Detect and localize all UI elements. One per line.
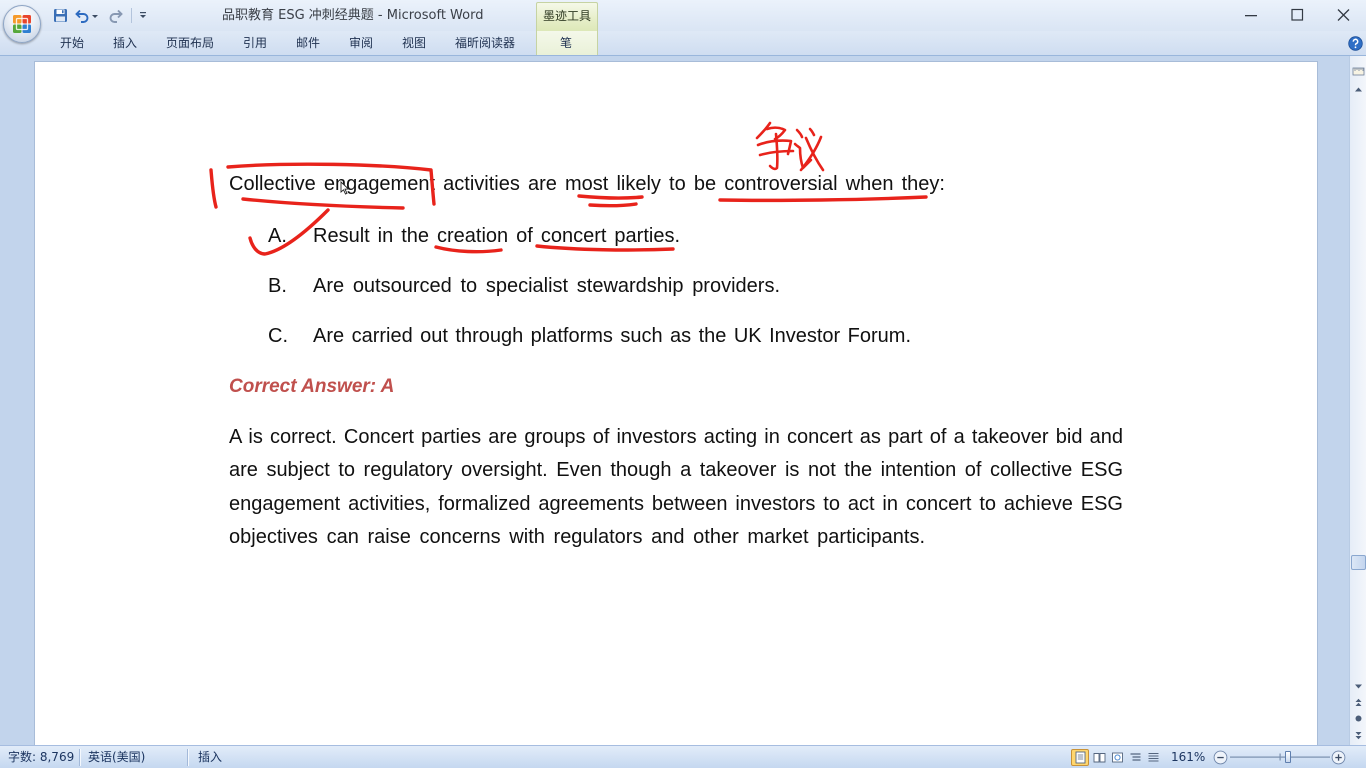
contextual-group-label: 墨迹工具: [542, 9, 591, 23]
option-c-letter: C.: [268, 325, 288, 347]
option-c-text: Are carried out through platforms such a…: [313, 325, 911, 347]
customize-toolbar-icon: [140, 12, 146, 18]
zoom-level[interactable]: 161%: [1171, 749, 1205, 765]
maximize-button[interactable]: [1280, 3, 1314, 27]
option-a-letter: A.: [268, 225, 287, 247]
tab-review[interactable]: 审阅: [349, 36, 373, 51]
explanation-line: objectives can raise concerns with regul…: [229, 526, 925, 548]
web-layout-icon: [1112, 752, 1123, 763]
zoom-slider[interactable]: [1230, 750, 1330, 764]
draft-button[interactable]: [1144, 749, 1162, 766]
scroll-thumb[interactable]: [1351, 554, 1366, 570]
redo-button[interactable]: [108, 8, 123, 23]
outline-button[interactable]: [1126, 749, 1144, 766]
language-indicator[interactable]: 英语(美国): [88, 749, 145, 765]
maximize-icon: [1291, 8, 1304, 21]
help-button[interactable]: [1348, 36, 1363, 51]
previous-page-icon: [1355, 698, 1362, 706]
redo-icon: [109, 9, 123, 23]
scroll-up-button[interactable]: [1351, 82, 1366, 97]
close-button[interactable]: [1326, 3, 1360, 27]
customize-toolbar-button[interactable]: [138, 8, 148, 23]
select-browse-object-button[interactable]: [1351, 711, 1366, 726]
office-button[interactable]: [3, 5, 41, 43]
undo-dropdown-button[interactable]: [91, 8, 99, 23]
help-icon: [1348, 36, 1363, 51]
print-layout-icon: [1075, 751, 1086, 764]
option-b-letter: B.: [268, 275, 287, 297]
dropdown-arrow-icon: [92, 15, 98, 18]
minimize-icon: [1245, 15, 1257, 17]
save-icon: [54, 9, 67, 22]
status-separator: [187, 749, 189, 766]
zoom-out-icon: [1213, 750, 1228, 765]
zoom-slider-thumb[interactable]: [1284, 751, 1291, 763]
ribbon-tab-bar: 开始 插入 页面布局 引用 邮件 审阅 视图 福昕阅读器 笔: [0, 31, 1366, 56]
tab-references[interactable]: 引用: [243, 36, 267, 51]
scroll-down-icon: [1355, 684, 1362, 689]
window-title: 品职教育 ESG 冲刺经典题 - Microsoft Word: [222, 8, 484, 23]
select-browse-object-icon: [1355, 715, 1362, 722]
mouse-cursor-icon: [340, 181, 350, 195]
undo-button[interactable]: [75, 8, 90, 23]
zoom-slider-track: [1230, 753, 1330, 761]
explanation-line: are subject to regulatory oversight. Eve…: [229, 459, 1123, 481]
full-screen-reading-button[interactable]: [1090, 749, 1108, 766]
tab-pen[interactable]: 笔: [560, 36, 572, 51]
full-screen-reading-icon: [1093, 753, 1106, 763]
minimize-button[interactable]: [1234, 3, 1268, 27]
view-ruler-button[interactable]: [1351, 64, 1366, 79]
draft-icon: [1148, 752, 1159, 762]
tab-insert[interactable]: 插入: [113, 36, 137, 51]
tab-page-layout[interactable]: 页面布局: [166, 36, 214, 51]
zoom-in-icon: [1331, 750, 1346, 765]
undo-icon: [75, 9, 89, 23]
document-page[interactable]: Collective engagement activities are mos…: [35, 62, 1317, 745]
zoom-out-button[interactable]: [1213, 750, 1228, 765]
zoom-in-button[interactable]: [1331, 750, 1346, 765]
explanation-line: A is correct. Concert parties are groups…: [229, 426, 1123, 448]
word-count[interactable]: 字数: 8,769: [8, 749, 74, 765]
question-text: Collective engagement activities are mos…: [229, 173, 945, 195]
scroll-up-icon: [1355, 87, 1362, 92]
contextual-tab-group: 墨迹工具: [536, 2, 598, 31]
outline-icon: [1130, 753, 1141, 761]
office-logo-icon: [13, 15, 31, 33]
print-layout-button[interactable]: [1071, 749, 1089, 766]
explanation-line: engagement activities, formalized agreem…: [229, 493, 1123, 515]
tab-mailings[interactable]: 邮件: [296, 36, 320, 51]
toolbar-separator: [131, 8, 132, 23]
view-ruler-icon: [1352, 67, 1365, 76]
title-bar[interactable]: 品职教育 ESG 冲刺经典题 - Microsoft Word 墨迹工具: [0, 0, 1366, 31]
scroll-down-button[interactable]: [1351, 679, 1366, 694]
tab-home[interactable]: 开始: [60, 36, 84, 51]
correct-answer-label: Correct Answer: A: [229, 376, 395, 397]
option-a-text: Result in the creation of concert partie…: [313, 225, 680, 247]
web-layout-button[interactable]: [1108, 749, 1126, 766]
close-icon: [1337, 9, 1350, 21]
vertical-scrollbar[interactable]: [1349, 56, 1366, 745]
tab-view[interactable]: 视图: [402, 36, 426, 51]
next-page-icon: [1355, 732, 1362, 740]
previous-page-button[interactable]: [1351, 695, 1366, 710]
status-separator: [79, 749, 81, 766]
option-b-text: Are outsourced to specialist stewardship…: [313, 275, 780, 297]
status-bar: 字数: 8,769 英语(美国) 插入 161%: [0, 745, 1366, 768]
insert-mode-indicator[interactable]: 插入: [198, 749, 222, 765]
next-page-button[interactable]: [1351, 728, 1366, 743]
tab-foxit-reader[interactable]: 福昕阅读器: [455, 36, 515, 51]
save-button[interactable]: [53, 8, 68, 23]
